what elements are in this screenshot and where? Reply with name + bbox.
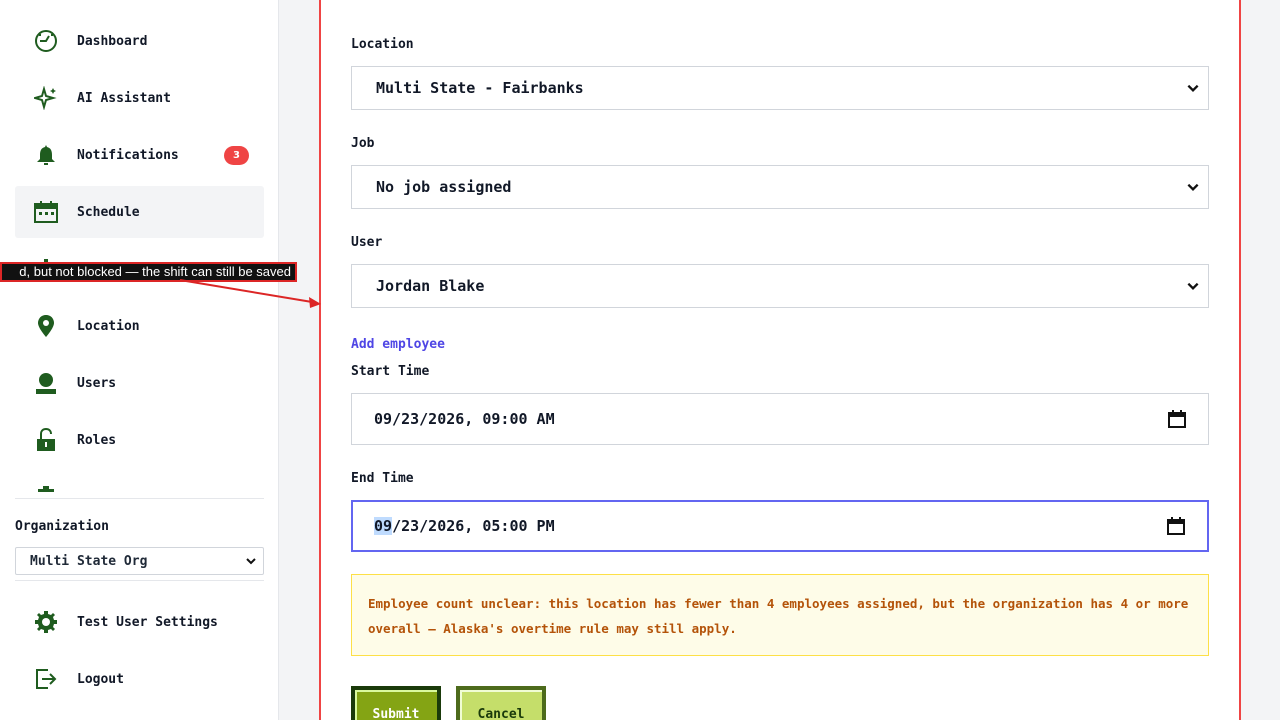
calendar-picker-icon[interactable] bbox=[1168, 410, 1186, 428]
sidebar-item-label: Test User Settings bbox=[77, 614, 218, 630]
add-employee-link[interactable]: Add employee bbox=[351, 337, 445, 352]
end-time-month-segment[interactable]: 09 bbox=[374, 517, 393, 535]
sidebar-item-dashboard[interactable]: Dashboard bbox=[15, 15, 264, 67]
bell-icon bbox=[33, 142, 59, 168]
chevron-down-icon bbox=[1187, 84, 1199, 92]
end-time-value-rest: /23/2026, 05:00 PM bbox=[392, 517, 555, 535]
location-selected-value: Multi State - Fairbanks bbox=[376, 79, 584, 97]
sidebar-item-label: Notifications bbox=[77, 147, 179, 163]
start-time-label: Start Time bbox=[351, 364, 430, 379]
end-time-input[interactable]: 09/23/2026, 05:00 PM bbox=[351, 500, 1209, 552]
submit-button[interactable]: Submit bbox=[351, 686, 441, 720]
user-selected-value: Jordan Blake bbox=[376, 277, 485, 295]
validation-tooltip: d, but not blocked — the shift can still… bbox=[0, 262, 297, 282]
sidebar-item-label: Location bbox=[77, 318, 140, 334]
start-time-input[interactable]: 09/23/2026, 09:00 AM bbox=[351, 393, 1209, 445]
location-label: Location bbox=[351, 37, 414, 52]
sidebar-item-label: Logout bbox=[77, 671, 124, 687]
gear-icon bbox=[33, 609, 59, 635]
organization-selected-value: Multi State Org bbox=[30, 553, 148, 569]
user-label: User bbox=[351, 235, 383, 250]
chevron-down-icon bbox=[246, 558, 256, 565]
chevron-down-icon bbox=[1187, 282, 1199, 290]
sidebar-item-label: AI Assistant bbox=[77, 90, 171, 106]
notification-count-badge: 3 bbox=[224, 145, 249, 165]
sidebar-item-label: Dashboard bbox=[77, 33, 148, 49]
logout-icon bbox=[33, 666, 59, 692]
organization-label: Organization bbox=[15, 519, 109, 534]
job-selected-value: No job assigned bbox=[376, 178, 512, 196]
sidebar-nav: Dashboard AI Assistant Notifications 3 S… bbox=[15, 0, 264, 492]
overtime-warning: Employee count unclear: this location ha… bbox=[351, 574, 1209, 656]
sparkle-icon bbox=[33, 85, 59, 111]
sidebar-item-label: Users bbox=[77, 375, 117, 391]
sidebar-item-settings[interactable]: Test User Settings bbox=[15, 596, 264, 648]
organization-select[interactable]: Multi State Org bbox=[15, 547, 264, 575]
shift-form: Location Multi State - Fairbanks Job No … bbox=[319, 0, 1241, 720]
sidebar-divider bbox=[15, 498, 264, 499]
dashboard-icon bbox=[33, 28, 59, 54]
sidebar-item-location[interactable]: Location bbox=[15, 300, 264, 352]
user-icon bbox=[33, 370, 59, 396]
user-select[interactable]: Jordan Blake bbox=[351, 264, 1209, 308]
end-time-label: End Time bbox=[351, 471, 414, 486]
sidebar-item-label: Roles bbox=[77, 432, 117, 448]
start-time-value: 09/23/2026, 09:00 AM bbox=[374, 410, 555, 428]
job-select[interactable]: No job assigned bbox=[351, 165, 1209, 209]
more-icon bbox=[33, 484, 59, 492]
job-label: Job bbox=[351, 136, 375, 151]
sidebar-item-label: Schedule bbox=[77, 204, 140, 220]
sidebar: Dashboard AI Assistant Notifications 3 S… bbox=[0, 0, 279, 720]
chevron-down-icon bbox=[1187, 183, 1199, 191]
sidebar-item-more[interactable] bbox=[15, 471, 264, 492]
sidebar-item-roles[interactable]: Roles bbox=[15, 414, 264, 466]
calendar-icon bbox=[33, 199, 59, 225]
location-select[interactable]: Multi State - Fairbanks bbox=[351, 66, 1209, 110]
sidebar-item-ai-assistant[interactable]: AI Assistant bbox=[15, 72, 264, 124]
sidebar-item-users[interactable]: Users bbox=[15, 357, 264, 409]
sidebar-item-schedule[interactable]: Schedule bbox=[15, 186, 264, 238]
calendar-picker-icon[interactable] bbox=[1167, 517, 1185, 535]
sidebar-item-logout[interactable]: Logout bbox=[15, 653, 264, 705]
app-root: Dashboard AI Assistant Notifications 3 S… bbox=[0, 0, 1280, 720]
sidebar-divider bbox=[15, 580, 264, 581]
map-pin-icon bbox=[33, 313, 59, 339]
tooltip-text: d, but not blocked — the shift can still… bbox=[19, 264, 291, 279]
cancel-button[interactable]: Cancel bbox=[456, 686, 546, 720]
unlock-icon bbox=[33, 427, 59, 453]
sidebar-item-notifications[interactable]: Notifications 3 bbox=[15, 129, 264, 181]
